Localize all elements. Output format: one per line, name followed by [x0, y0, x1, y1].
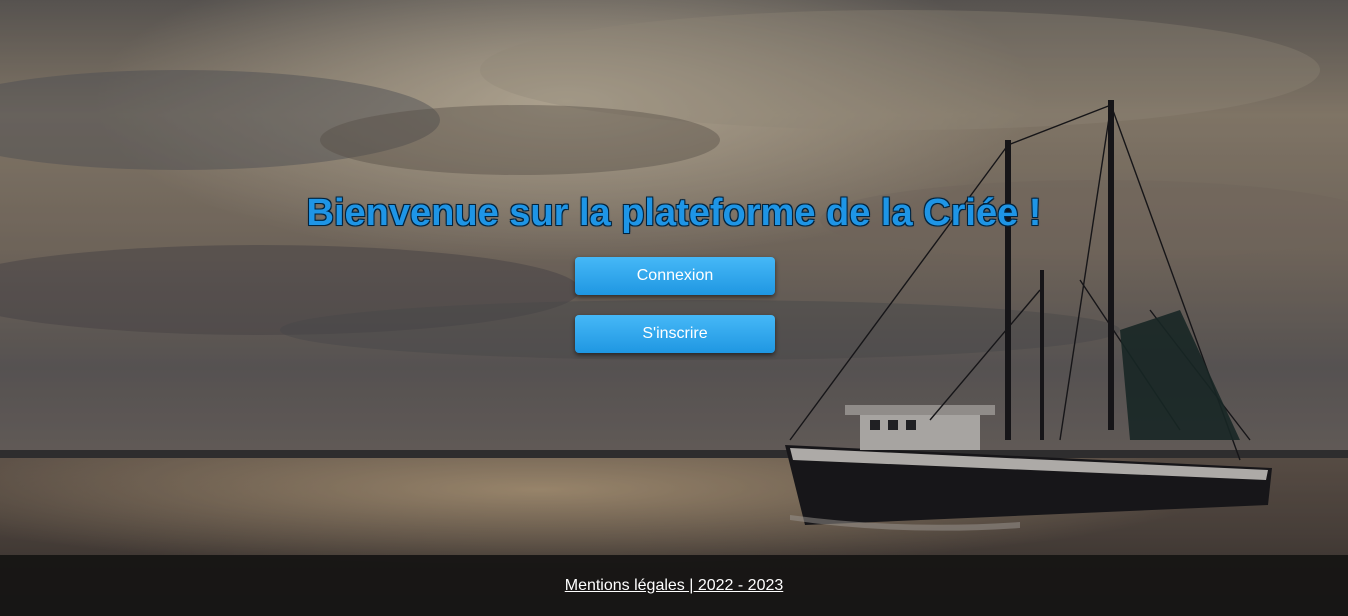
footer: Mentions légales | 2022 - 2023 [0, 555, 1348, 616]
background-scene [0, 0, 1348, 616]
page-title: Bienvenue sur la plateforme de la Criée … [306, 192, 1042, 234]
legal-notice-link[interactable]: Mentions légales | 2022 - 2023 [565, 577, 784, 595]
background-dim-overlay [0, 0, 1348, 616]
login-button[interactable]: Connexion [575, 257, 775, 295]
signup-button[interactable]: S'inscrire [575, 315, 775, 353]
